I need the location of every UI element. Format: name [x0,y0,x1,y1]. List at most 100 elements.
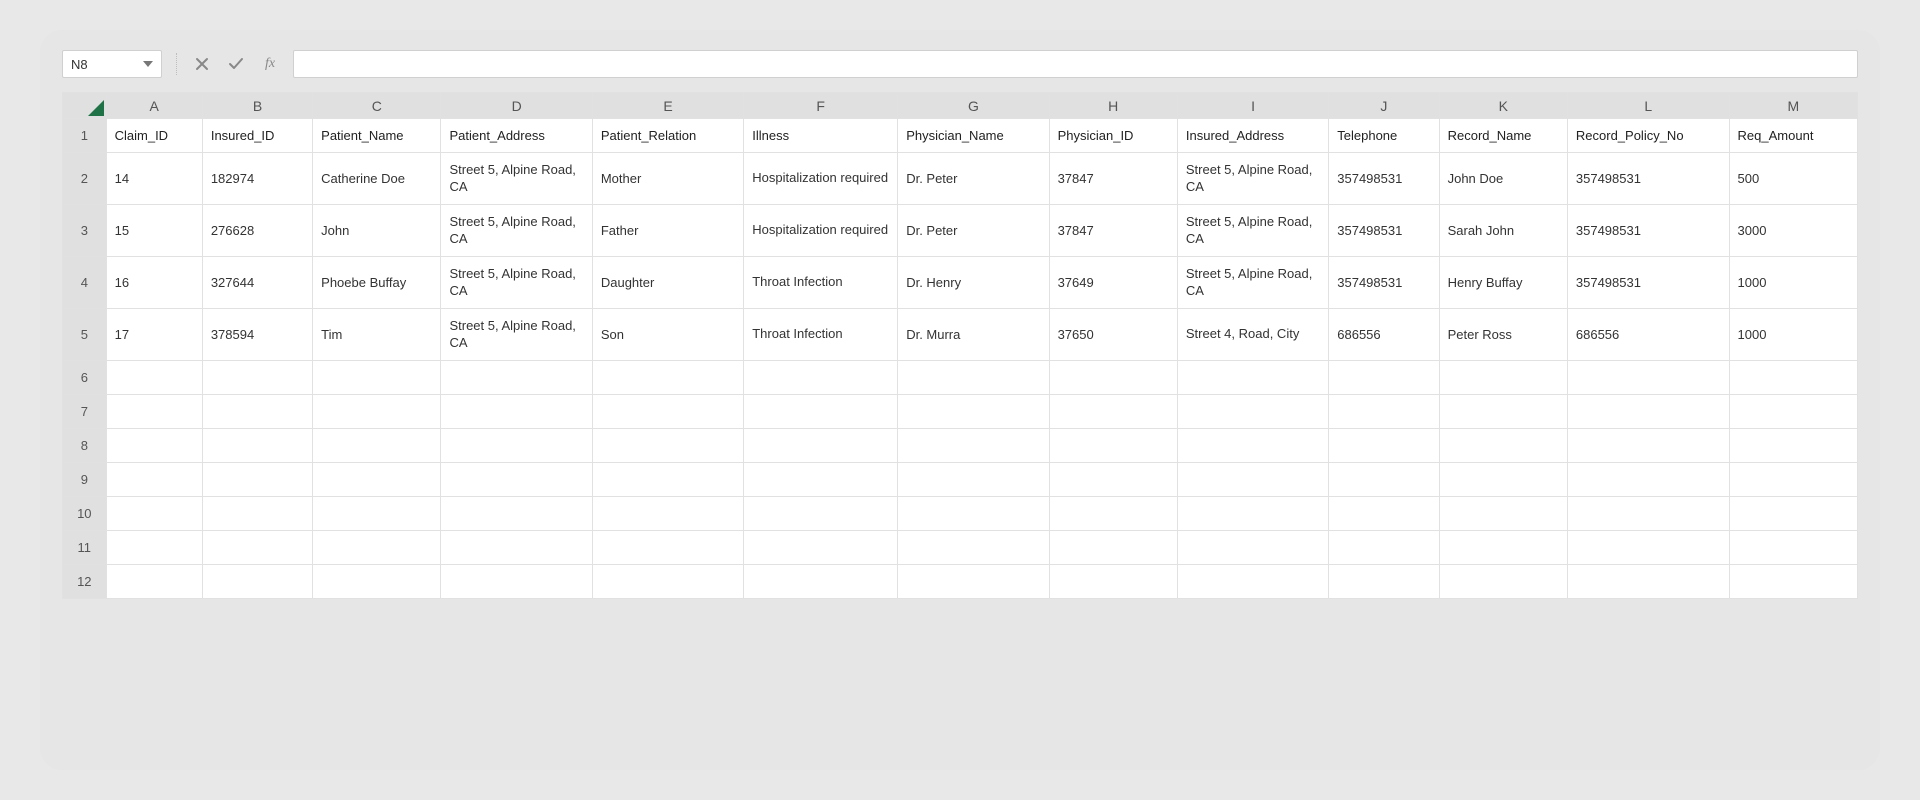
cell[interactable] [744,429,898,463]
cell[interactable]: John Doe [1439,153,1567,205]
cell[interactable] [106,497,202,531]
column-header[interactable]: C [313,93,441,119]
cell[interactable]: Tim [313,309,441,361]
cell[interactable] [1729,395,1857,429]
cell[interactable]: Claim_ID [106,119,202,153]
cell[interactable] [1177,429,1328,463]
row-header[interactable]: 1 [63,119,107,153]
cell[interactable]: 357498531 [1329,153,1439,205]
cell[interactable]: Street 5, Alpine Road, CA [441,153,592,205]
cell[interactable] [1329,361,1439,395]
cell[interactable]: 3000 [1729,205,1857,257]
cell[interactable] [744,395,898,429]
row-header[interactable]: 9 [63,463,107,497]
cell[interactable]: Street 5, Alpine Road, CA [441,309,592,361]
cell[interactable] [1567,429,1729,463]
cell[interactable]: Son [592,309,743,361]
cell[interactable]: 500 [1729,153,1857,205]
cell[interactable] [592,497,743,531]
cell[interactable]: 686556 [1567,309,1729,361]
cell[interactable]: 357498531 [1329,205,1439,257]
cell[interactable]: Peter Ross [1439,309,1567,361]
cell[interactable]: Dr. Peter [898,205,1049,257]
cell[interactable]: 17 [106,309,202,361]
cell[interactable] [1567,395,1729,429]
cell[interactable] [1439,531,1567,565]
cell[interactable]: 1000 [1729,309,1857,361]
cell[interactable] [592,565,743,599]
cell[interactable] [1729,531,1857,565]
cell[interactable]: 14 [106,153,202,205]
cell[interactable] [592,531,743,565]
cell[interactable] [202,497,312,531]
cell[interactable] [1049,565,1177,599]
cell[interactable] [441,429,592,463]
column-header[interactable]: L [1567,93,1729,119]
cell[interactable]: John [313,205,441,257]
cell[interactable] [1329,395,1439,429]
cell[interactable] [313,395,441,429]
cell[interactable] [106,361,202,395]
cell[interactable]: 16 [106,257,202,309]
cell[interactable] [898,497,1049,531]
column-header[interactable]: H [1049,93,1177,119]
cell[interactable]: Mother [592,153,743,205]
cell[interactable] [1049,531,1177,565]
column-header[interactable]: M [1729,93,1857,119]
column-header[interactable]: A [106,93,202,119]
cell[interactable] [1567,497,1729,531]
cell[interactable]: Physician_Name [898,119,1049,153]
formula-input[interactable] [293,50,1858,78]
row-header[interactable]: 4 [63,257,107,309]
name-box[interactable]: N8 [62,50,162,78]
cell[interactable] [1177,531,1328,565]
cell[interactable]: Throat Infection [744,309,898,361]
cell[interactable]: 357498531 [1567,205,1729,257]
cell[interactable]: Street 5, Alpine Road, CA [1177,205,1328,257]
cell[interactable]: 327644 [202,257,312,309]
row-header[interactable]: 7 [63,395,107,429]
cell[interactable]: Sarah John [1439,205,1567,257]
cell[interactable] [202,463,312,497]
cell[interactable] [1729,361,1857,395]
cell[interactable]: Record_Policy_No [1567,119,1729,153]
cell[interactable] [313,565,441,599]
cell[interactable] [313,429,441,463]
cell[interactable]: 276628 [202,205,312,257]
cell[interactable] [1177,497,1328,531]
column-header[interactable]: E [592,93,743,119]
cell[interactable] [1567,361,1729,395]
cell[interactable] [1567,565,1729,599]
cell[interactable] [1049,361,1177,395]
cell[interactable] [1729,463,1857,497]
cell[interactable] [1567,531,1729,565]
cell[interactable] [898,395,1049,429]
row-header[interactable]: 8 [63,429,107,463]
cell[interactable] [744,497,898,531]
row-header[interactable]: 3 [63,205,107,257]
cancel-formula-button[interactable] [191,53,213,75]
cell[interactable]: 1000 [1729,257,1857,309]
spreadsheet-grid[interactable]: ABCDEFGHIJKLM 1Claim_IDInsured_IDPatient… [62,92,1858,599]
cell[interactable] [1329,565,1439,599]
row-header[interactable]: 6 [63,361,107,395]
cell[interactable] [313,361,441,395]
cell[interactable] [1049,395,1177,429]
cell[interactable]: Henry Buffay [1439,257,1567,309]
cell[interactable]: Patient_Name [313,119,441,153]
row-header[interactable]: 11 [63,531,107,565]
column-header[interactable]: I [1177,93,1328,119]
cell[interactable] [1729,497,1857,531]
cell[interactable] [1439,565,1567,599]
cell[interactable]: Req_Amount [1729,119,1857,153]
cell[interactable] [313,497,441,531]
cell[interactable] [313,531,441,565]
cell[interactable]: Illness [744,119,898,153]
cell[interactable]: Street 5, Alpine Road, CA [1177,153,1328,205]
cell[interactable]: Insured_Address [1177,119,1328,153]
cell[interactable] [1439,361,1567,395]
cell[interactable]: Telephone [1329,119,1439,153]
cell[interactable] [1439,463,1567,497]
cell[interactable] [106,463,202,497]
cell[interactable] [441,531,592,565]
